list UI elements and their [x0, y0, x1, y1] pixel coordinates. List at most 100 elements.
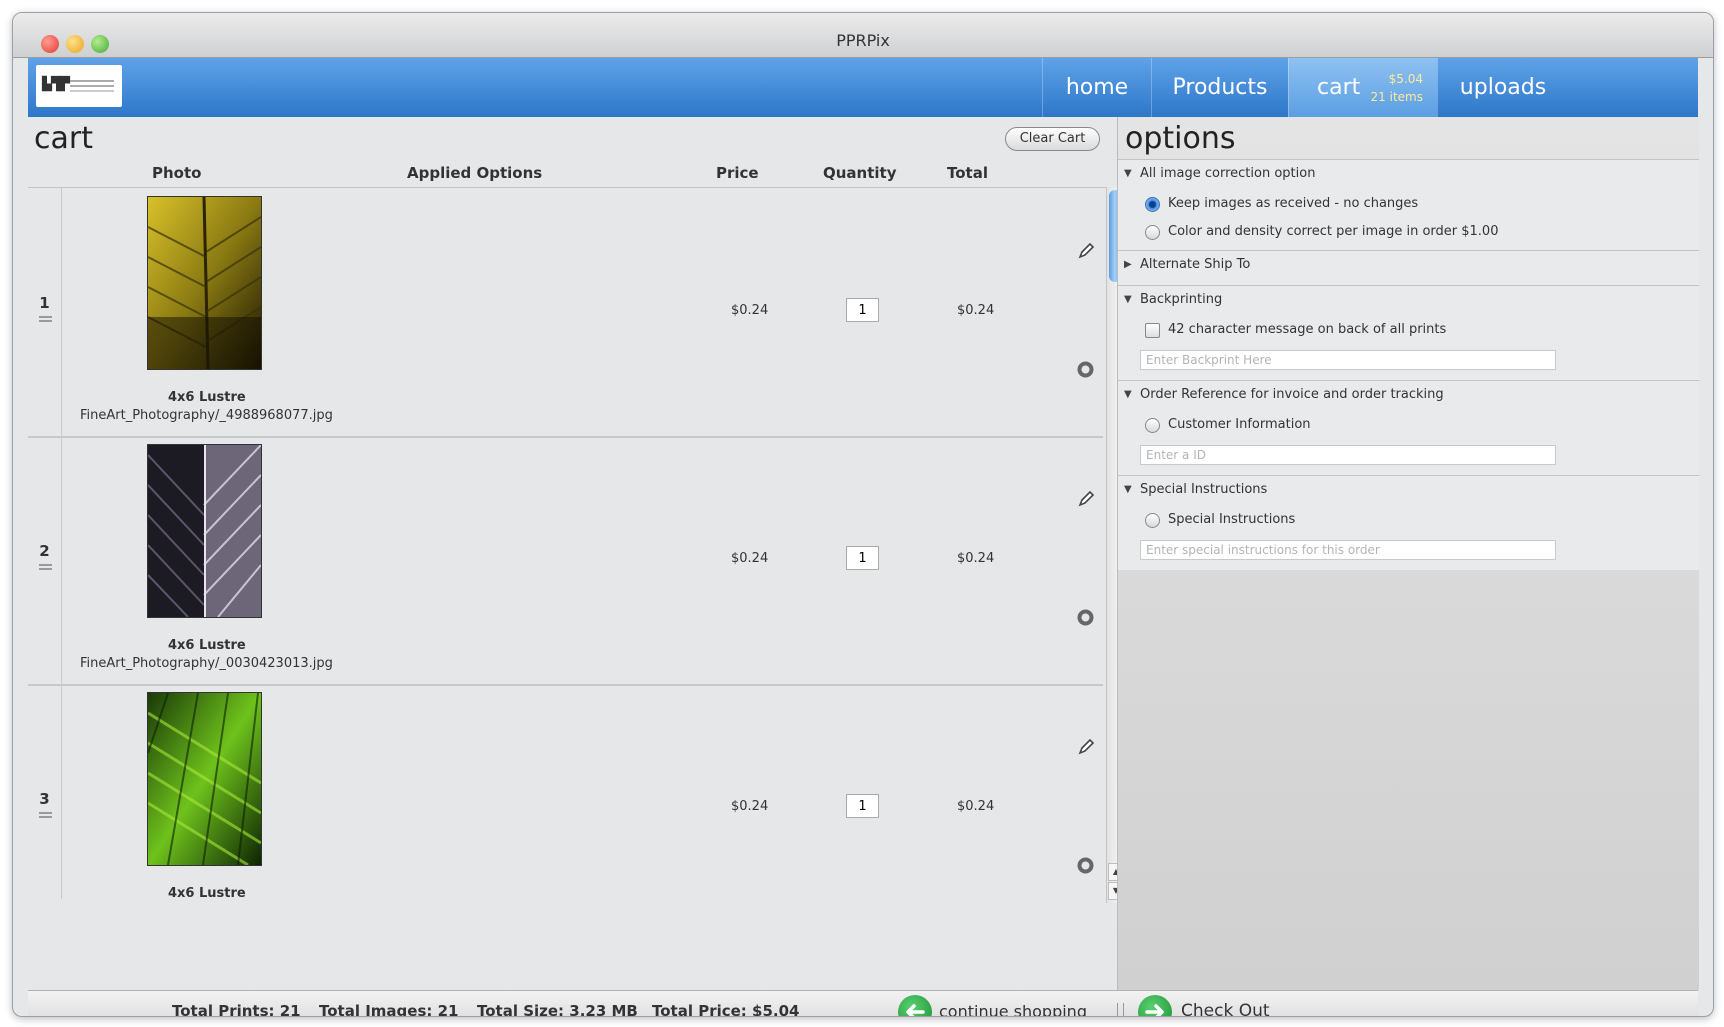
expanded-triangle-icon[interactable]: ▼	[1124, 294, 1132, 305]
unit-price: $0.24	[731, 551, 769, 566]
row-number: 1	[39, 294, 50, 312]
section-alternate-ship: ▶ Alternate Ship To	[1118, 250, 1699, 285]
section-image-correction: ▼ All image correction option Keep image…	[1118, 159, 1699, 250]
total-prints: Total Prints: 21	[172, 1002, 301, 1017]
remove-item-icon[interactable]	[1076, 360, 1095, 379]
back-arrow-icon	[906, 1004, 925, 1016]
keep-images-radio[interactable]	[1145, 197, 1160, 212]
nav-uploads[interactable]: uploads	[1437, 58, 1568, 117]
cart-row: 1 4x6 Lustre FineArt_Photography/_498896…	[28, 188, 1103, 438]
footer-bar: Total Prints: 21 Total Images: 21 Total …	[28, 990, 1698, 1017]
photo-thumbnail-purple-leaf[interactable]	[147, 444, 262, 618]
logo-text-lines	[70, 80, 114, 82]
special-instructions-radio[interactable]	[1145, 513, 1160, 528]
total-price: Total Price: $5.04	[652, 1002, 800, 1017]
section-special-instructions: ▼ Special Instructions Special Instructi…	[1118, 475, 1699, 570]
nav-products[interactable]: Products	[1151, 58, 1288, 117]
cart-summary: $5.04 21 items	[1371, 70, 1423, 106]
collapsed-triangle-icon[interactable]: ▶	[1124, 259, 1132, 270]
customer-info-radio[interactable]	[1145, 418, 1160, 433]
section-title[interactable]: Special Instructions	[1140, 482, 1267, 497]
forward-arrow-icon	[1145, 1004, 1164, 1016]
backprint-input[interactable]	[1140, 350, 1556, 370]
backprint-checkbox[interactable]	[1145, 323, 1160, 338]
section-title[interactable]: Order Reference for invoice and order tr…	[1140, 387, 1444, 402]
drag-grip-icon[interactable]	[39, 812, 52, 814]
cart-rows: 1 4x6 Lustre FineArt_Photography/_498896…	[28, 188, 1103, 899]
section-backprinting: ▼ Backprinting 42 character message on b…	[1118, 285, 1699, 380]
row-number: 3	[39, 790, 50, 808]
section-title[interactable]: Backprinting	[1140, 292, 1222, 307]
col-quantity: Quantity	[823, 164, 897, 182]
drag-grip-icon[interactable]	[39, 316, 52, 318]
col-applied-options: Applied Options	[407, 164, 543, 182]
panel-divider-handle[interactable]	[1117, 1003, 1124, 1016]
clear-cart-button[interactable]: Clear Cart	[1005, 127, 1100, 151]
color-correct-radio[interactable]	[1145, 225, 1160, 240]
top-nav: ▙▜▛ home Products cart $5.04 21 items up…	[28, 58, 1698, 117]
continue-shopping-button[interactable]	[898, 995, 932, 1016]
remove-item-icon[interactable]	[1076, 856, 1095, 875]
section-order-reference: ▼ Order Reference for invoice and order …	[1118, 380, 1699, 475]
remove-item-icon[interactable]	[1076, 608, 1095, 627]
cart-item-count: 21 items	[1370, 90, 1423, 104]
company-logo: ▙▜▛	[36, 65, 122, 107]
row-handle[interactable]: 1	[28, 188, 62, 436]
edit-pencil-icon[interactable]	[1075, 240, 1097, 262]
title-bar: PPRPix	[13, 13, 1713, 58]
continue-shopping-label[interactable]: continue shopping	[939, 1002, 1087, 1016]
line-total: $0.24	[957, 303, 995, 318]
keep-images-label: Keep images as received - no changes	[1168, 196, 1419, 211]
file-name: FineArt_Photography/_0030423013.jpg	[80, 656, 333, 671]
print-size: 4x6 Lustre	[168, 886, 246, 899]
file-name: FineArt_Photography/_4988968077.jpg	[80, 408, 333, 423]
expanded-triangle-icon[interactable]: ▼	[1124, 484, 1132, 495]
order-id-input[interactable]	[1140, 445, 1556, 465]
options-heading: options	[1125, 121, 1236, 156]
customer-info-label: Customer Information	[1168, 417, 1311, 432]
quantity-input[interactable]	[846, 546, 879, 570]
app-window: PPRPix ▙▜▛ home Products cart $5.04 21 i…	[12, 12, 1714, 1017]
nav-home[interactable]: home	[1042, 58, 1151, 117]
cart-heading: cart	[34, 121, 93, 156]
edit-pencil-icon[interactable]	[1075, 736, 1097, 758]
photo-thumbnail-green-leaf[interactable]	[147, 692, 262, 866]
unit-price: $0.24	[731, 799, 769, 814]
section-title[interactable]: Alternate Ship To	[1140, 257, 1250, 272]
cart-panel: cart Clear Cart Photo Applied Options Pr…	[28, 117, 1124, 990]
window-title: PPRPix	[836, 31, 890, 50]
row-handle[interactable]: 2	[28, 436, 62, 684]
unit-price: $0.24	[731, 303, 769, 318]
nav-cart[interactable]: cart $5.04 21 items	[1288, 58, 1437, 117]
row-number: 2	[39, 542, 50, 560]
cart-row: 2 4x6 Lustre FineArt_Photography/_003042…	[28, 436, 1103, 686]
special-instructions-label: Special Instructions	[1168, 512, 1296, 527]
quantity-input[interactable]	[846, 794, 879, 818]
section-title[interactable]: All image correction option	[1140, 166, 1315, 181]
quantity-input[interactable]	[846, 298, 879, 322]
print-size: 4x6 Lustre	[168, 638, 246, 653]
expanded-triangle-icon[interactable]: ▼	[1124, 389, 1132, 400]
nav-cart-label: cart	[1317, 75, 1361, 100]
col-total: Total	[947, 164, 988, 182]
color-correct-label: Color and density correct per image in o…	[1168, 224, 1499, 239]
line-total: $0.24	[957, 551, 995, 566]
check-out-button[interactable]	[1138, 995, 1172, 1016]
col-price: Price	[716, 164, 759, 182]
options-panel: options ▼ All image correction option Ke…	[1117, 117, 1699, 990]
cart-price: $5.04	[1388, 72, 1423, 86]
special-instructions-input[interactable]	[1140, 540, 1556, 560]
backprint-checkbox-label: 42 character message on back of all prin…	[1168, 322, 1447, 337]
expanded-triangle-icon[interactable]: ▼	[1124, 168, 1132, 179]
check-out-label[interactable]: Check Out	[1181, 1001, 1270, 1016]
edit-pencil-icon[interactable]	[1075, 488, 1097, 510]
drag-grip-icon[interactable]	[39, 564, 52, 566]
photo-thumbnail-yellow-leaf[interactable]	[147, 196, 262, 370]
total-size: Total Size: 3.23 MB	[477, 1002, 638, 1017]
cart-row: 3 4x6 Lustre $0.24 1 $0.24	[28, 684, 1103, 899]
logo-mark-icon: ▙▜▛	[42, 77, 70, 92]
col-photo: Photo	[152, 164, 202, 182]
total-images: Total Images: 21	[319, 1002, 459, 1017]
row-handle[interactable]: 3	[28, 684, 62, 899]
print-size: 4x6 Lustre	[168, 390, 246, 405]
